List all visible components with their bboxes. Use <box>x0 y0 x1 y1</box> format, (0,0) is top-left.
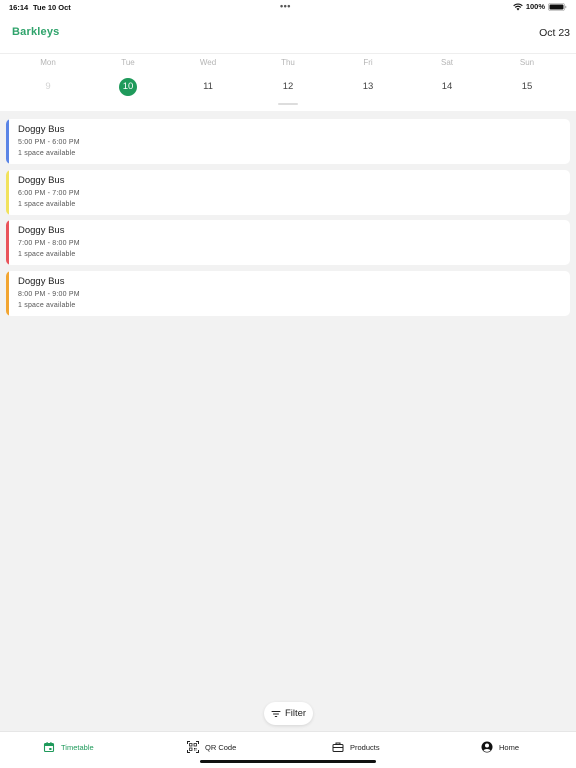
week-drag-handle[interactable] <box>278 103 298 105</box>
tab-label: Timetable <box>61 742 94 752</box>
day-number: 11 <box>203 81 213 92</box>
app-screen: 16:14 Tue 10 Oct ••• 100% Barkleys Oct 2… <box>0 0 576 768</box>
session-list: Doggy Bus 5:00 PM - 6:00 PM 1 space avai… <box>6 119 570 321</box>
day-name: Fri <box>363 58 373 67</box>
day-tue[interactable]: Tue 10 <box>88 54 168 111</box>
home-indicator[interactable] <box>200 760 376 763</box>
session-title: Doggy Bus <box>18 275 65 287</box>
session-spaces: 1 space available <box>18 150 76 157</box>
session-accent <box>6 169 9 215</box>
session-card[interactable]: Doggy Bus 8:00 PM - 9:00 PM 1 space avai… <box>6 270 570 316</box>
day-name: Sat <box>440 58 453 67</box>
session-time: 7:00 PM - 8:00 PM <box>18 240 80 247</box>
day-sat[interactable]: Sat 14 <box>407 54 487 111</box>
session-title: Doggy Bus <box>18 124 65 135</box>
status-bar: 16:14 Tue 10 Oct ••• 100% <box>0 0 576 14</box>
filter-button[interactable]: Filter <box>264 702 313 725</box>
day-number: 9 <box>45 81 51 92</box>
day-sun[interactable]: Sun 15 <box>487 54 567 111</box>
tab-home[interactable]: Home <box>481 739 519 755</box>
day-number-selected: 10 <box>119 78 137 96</box>
app-header: Barkleys Oct 23 <box>0 14 576 54</box>
session-spaces: 1 space available <box>18 200 76 208</box>
battery-icon <box>548 2 567 11</box>
day-number: 13 <box>362 81 374 92</box>
status-time: 16:14 <box>9 3 29 12</box>
briefcase-icon <box>332 742 344 752</box>
tab-label: Home <box>499 742 520 752</box>
session-time: 8:00 PM - 9:00 PM <box>18 290 80 298</box>
filter-icon <box>271 710 281 717</box>
session-spaces: 1 space available <box>18 301 76 309</box>
day-name: Tue <box>121 58 135 67</box>
day-name: Wed <box>199 58 217 67</box>
day-number: 14 <box>441 81 453 92</box>
tab-qr-code[interactable]: QR Code <box>187 739 236 755</box>
status-right: 100% <box>513 2 567 11</box>
session-time: 6:00 PM - 7:00 PM <box>18 189 80 197</box>
day-name: Mon <box>40 58 56 67</box>
user-circle-icon <box>481 741 493 753</box>
day-name: Sun <box>519 58 535 67</box>
calendar-icon <box>43 742 55 753</box>
session-accent <box>6 220 9 265</box>
qr-code-icon <box>187 741 199 753</box>
filter-label: Filter <box>284 708 307 719</box>
tab-bar: Timetable QR Code Products Home <box>0 731 576 768</box>
day-wed[interactable]: Wed 11 <box>168 54 248 111</box>
tab-products[interactable]: Products <box>332 739 380 755</box>
day-fri[interactable]: Fri 13 <box>328 54 408 111</box>
day-mon[interactable]: Mon 9 <box>8 54 88 111</box>
session-accent <box>6 270 9 316</box>
day-name: Thu <box>281 58 295 67</box>
session-card[interactable]: Doggy Bus 5:00 PM - 6:00 PM 1 space avai… <box>6 119 570 164</box>
session-spaces: 1 space available <box>18 251 76 258</box>
tab-label: QR Code <box>205 742 237 752</box>
session-card[interactable]: Doggy Bus 7:00 PM - 8:00 PM 1 space avai… <box>6 220 570 265</box>
status-date: Tue 10 Oct <box>33 3 71 12</box>
session-title: Doggy Bus <box>18 174 65 186</box>
tab-label: Products <box>350 742 380 752</box>
session-title: Doggy Bus <box>18 225 65 236</box>
day-number: 15 <box>521 81 533 92</box>
session-accent <box>6 119 9 164</box>
session-card[interactable]: Doggy Bus 6:00 PM - 7:00 PM 1 space avai… <box>6 169 570 215</box>
session-time: 5:00 PM - 6:00 PM <box>18 139 80 146</box>
barkleys-logo: Barkleys <box>12 26 60 38</box>
battery-percent: 100% <box>525 2 545 11</box>
multitasking-dots[interactable]: ••• <box>280 1 291 11</box>
tab-timetable[interactable]: Timetable <box>43 739 94 755</box>
month-label[interactable]: Oct 23 <box>539 27 570 39</box>
day-number: 12 <box>282 81 294 92</box>
wifi-icon <box>513 2 523 10</box>
